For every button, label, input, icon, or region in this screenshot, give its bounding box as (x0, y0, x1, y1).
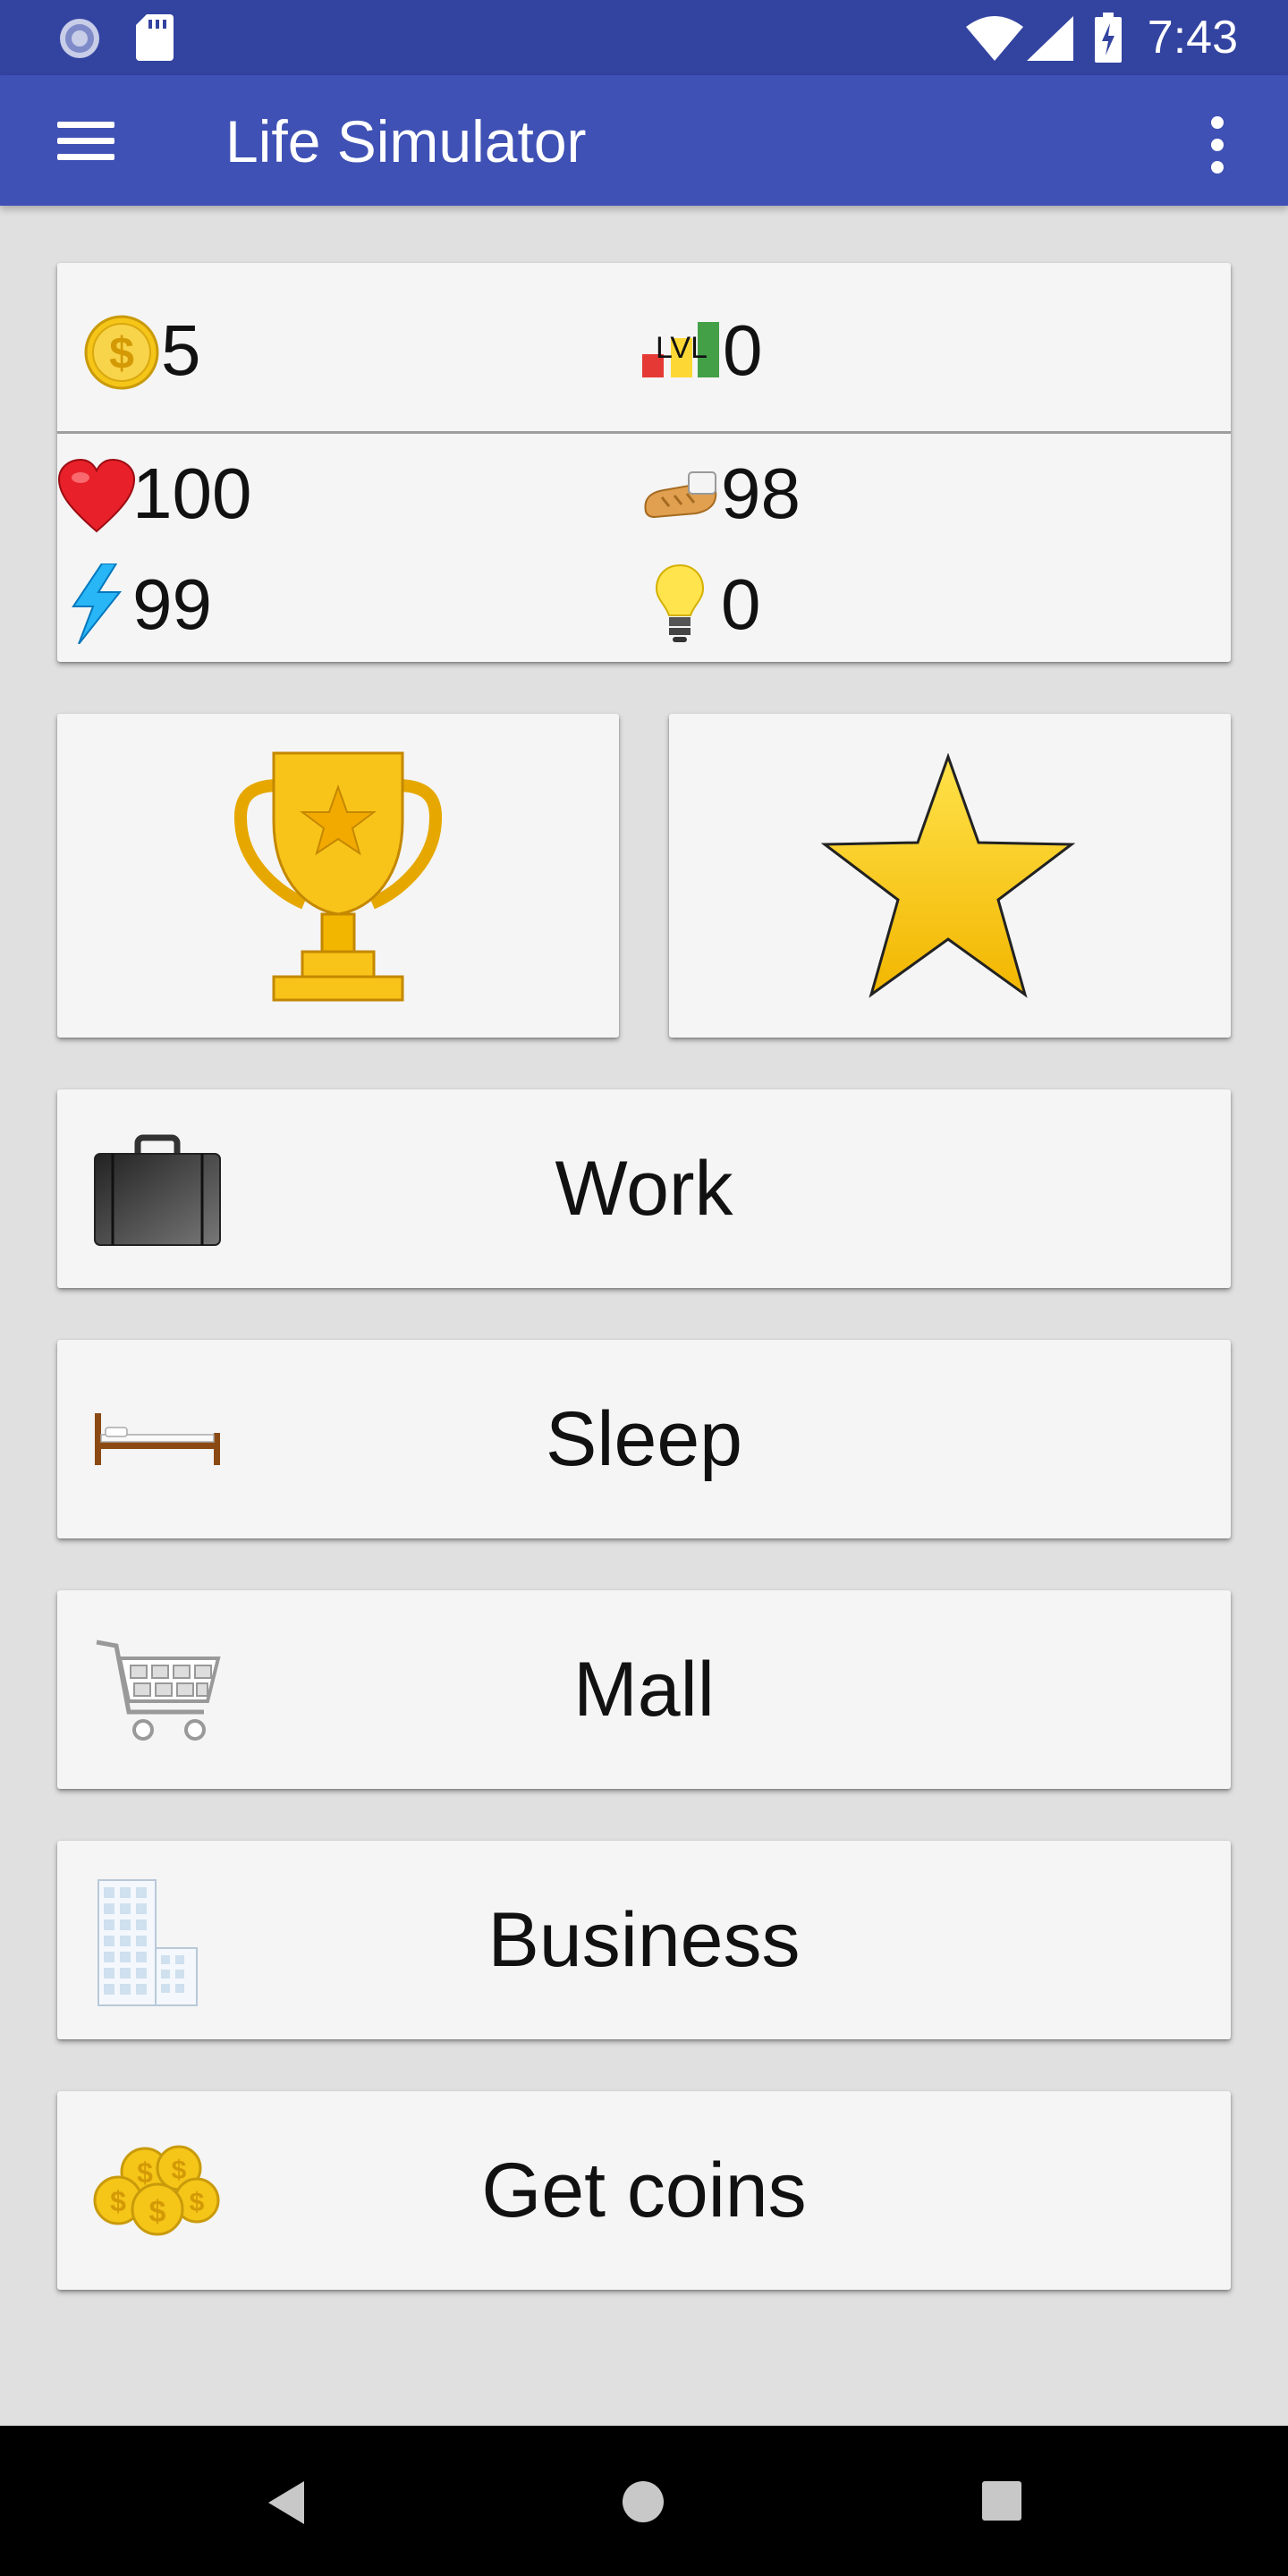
sleep-label: Sleep (546, 1396, 742, 1482)
lightbulb-icon (655, 564, 705, 642)
home-icon[interactable] (621, 2479, 665, 2524)
health-value: 100 (132, 453, 252, 533)
sync-icon (60, 19, 99, 58)
level-icon: LVL (642, 322, 719, 377)
wifi-icon (966, 16, 1023, 61)
stats-card: $ 5 LVL 0 100 98 99 0 (57, 263, 1231, 662)
recents-icon[interactable] (982, 2481, 1021, 2521)
ideas-value: 0 (721, 564, 761, 644)
get-coins-button[interactable]: $ $ $ $ $ Get coins (57, 2091, 1231, 2290)
money-value: 5 (161, 310, 201, 390)
level-stat: LVL 0 (642, 306, 1000, 395)
ideas-stat: 0 (642, 560, 1000, 649)
heart-icon (57, 458, 136, 533)
sleep-button[interactable]: Sleep (57, 1340, 1231, 1538)
more-options-icon[interactable] (1195, 109, 1240, 181)
app-bar: Life Simulator (0, 75, 1288, 206)
achievements-button[interactable] (57, 714, 619, 1038)
clock: 7:43 (1147, 12, 1238, 64)
back-icon[interactable] (265, 2479, 308, 2526)
trophy-icon (234, 751, 442, 1002)
menu-icon[interactable] (50, 113, 122, 170)
stats-divider (57, 431, 1231, 434)
lightning-icon (72, 564, 123, 644)
business-button[interactable]: Business (57, 1841, 1231, 2039)
system-navigation-bar (0, 2426, 1288, 2576)
mall-button[interactable]: Mall (57, 1590, 1231, 1789)
food-stat: 98 (642, 449, 1000, 538)
health-stat: 100 (57, 449, 415, 538)
sd-card-icon (136, 14, 174, 61)
business-label: Business (487, 1897, 801, 1983)
battery-charging-icon (1095, 13, 1122, 63)
signal-icon (1027, 16, 1073, 61)
get-coins-label: Get coins (481, 2148, 807, 2233)
coin-icon: $ (84, 315, 159, 390)
app-title: Life Simulator (225, 108, 587, 174)
svg-text:$: $ (109, 328, 134, 378)
favorites-button[interactable] (669, 714, 1231, 1038)
money-stat: $ 5 (84, 306, 442, 395)
work-label: Work (555, 1146, 733, 1232)
food-value: 98 (721, 453, 801, 533)
status-bar: 7:43 (0, 0, 1288, 75)
energy-value: 99 (132, 564, 212, 644)
level-icon-text: LVL (656, 331, 708, 365)
star-icon (821, 753, 1075, 998)
energy-stat: 99 (57, 560, 415, 649)
mall-label: Mall (573, 1647, 715, 1733)
level-value: 0 (723, 310, 763, 390)
work-button[interactable]: Work (57, 1089, 1231, 1288)
bread-icon (644, 471, 717, 519)
